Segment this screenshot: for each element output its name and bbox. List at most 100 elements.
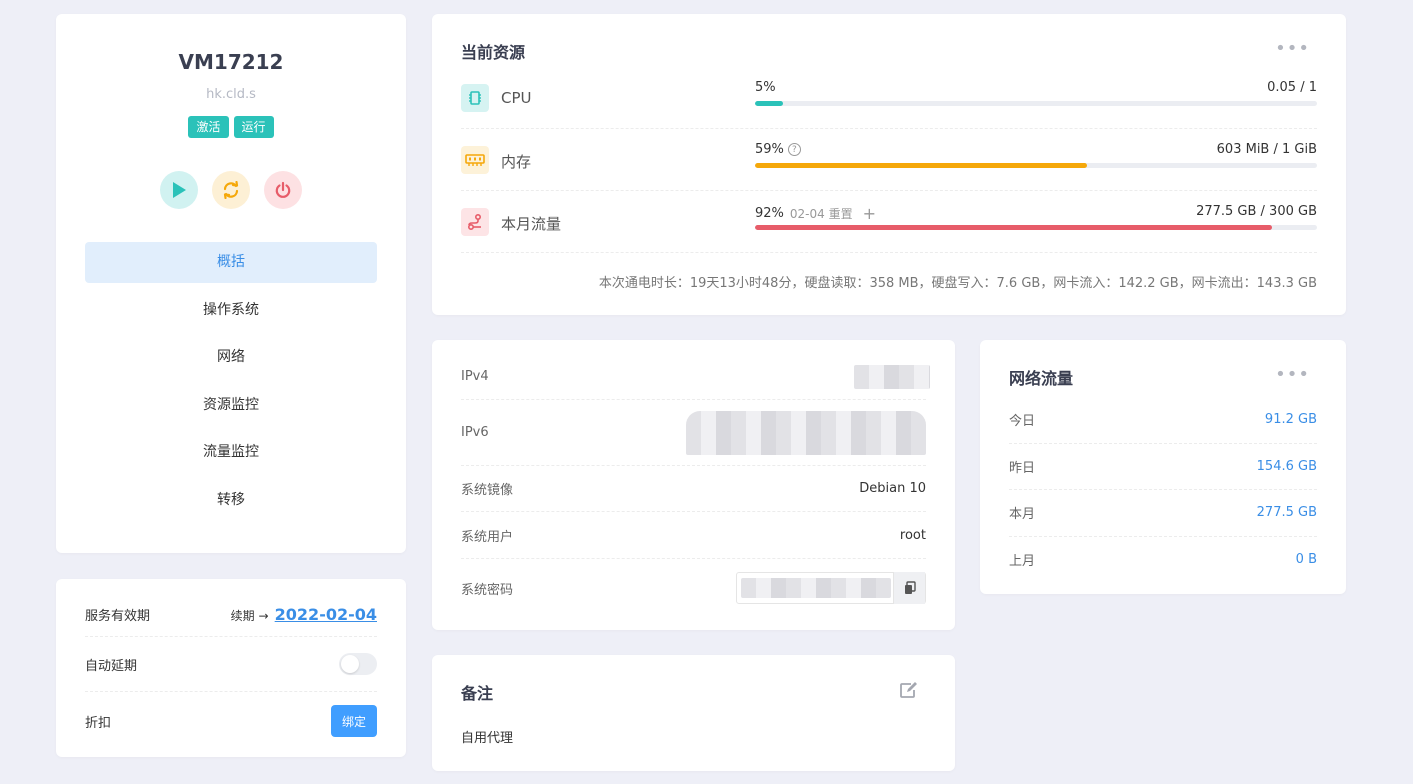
- bind-button[interactable]: 绑定: [331, 705, 377, 737]
- edit-icon: [900, 682, 917, 698]
- vm-name: VM17212: [178, 50, 284, 74]
- cpu-percent: 5%: [755, 80, 776, 95]
- traffic-today-label: 今日: [1009, 414, 1036, 430]
- auto-renew-toggle[interactable]: [339, 653, 377, 675]
- play-icon: [173, 182, 186, 198]
- menu-item-resource-monitor[interactable]: 资源监控: [85, 385, 377, 426]
- traffic-last-month-value: 0 B: [1295, 552, 1317, 568]
- traffic-row: 本月流量 92% 02-04 重置 + 277.5 GB / 300 GB: [461, 191, 1317, 253]
- ipv6-label: IPv6: [461, 425, 489, 440]
- image-value: Debian 10: [859, 481, 926, 496]
- user-label: 系统用户: [461, 529, 514, 545]
- service-card: 服务有效期 续期 → 2022-02-04 自动延期 折扣 绑定: [56, 579, 406, 757]
- menu-item-network[interactable]: 网络: [85, 337, 377, 378]
- restart-button[interactable]: [212, 171, 250, 209]
- power-controls: [56, 171, 406, 209]
- start-button[interactable]: [160, 171, 198, 209]
- traffic-value: 277.5 GB / 300 GB: [1196, 204, 1317, 219]
- traffic-yesterday-value: 154.6 GB: [1256, 458, 1317, 474]
- memory-bar-fill: [755, 163, 1087, 168]
- image-label: 系统镜像: [461, 483, 514, 498]
- traffic-bar-fill: [755, 225, 1273, 230]
- menu-item-transfer[interactable]: 转移: [85, 480, 377, 521]
- memory-icon: [461, 146, 489, 174]
- expiry-row: 服务有效期 续期 → 2022-02-04: [85, 593, 377, 637]
- note-card: 备注 自用代理: [432, 655, 955, 771]
- image-row: 系统镜像 Debian 10: [461, 466, 926, 512]
- traffic-reset-note: 02-04 重置: [789, 207, 853, 221]
- vm-menu: 概括 操作系统 网络 资源监控 流量监控 转移: [85, 242, 377, 527]
- note-title: 备注: [461, 684, 494, 703]
- password-label: 系统密码: [461, 582, 514, 598]
- cpu-value: 0.05 / 1: [1267, 80, 1317, 95]
- password-value: [741, 578, 891, 598]
- cpu-row: CPU 5% 0.05 / 1: [461, 67, 1317, 129]
- menu-item-os[interactable]: 操作系统: [85, 290, 377, 331]
- vm-info-card: IPv4 IPv6 系统镜像 Debian 10 系统用户 root 系统密码: [432, 340, 955, 630]
- status-badge-running: 运行: [233, 116, 274, 138]
- memory-value: 603 MiB / 1 GiB: [1216, 142, 1317, 157]
- discount-label: 折扣: [85, 715, 112, 731]
- user-row: 系统用户 root: [461, 512, 926, 559]
- cpu-icon: [461, 84, 489, 112]
- ipv4-row: IPv4: [461, 354, 930, 400]
- note-text: 自用代理: [461, 731, 514, 746]
- stop-button[interactable]: [264, 171, 302, 209]
- traffic-row-yesterday: 昨日 154.6 GB: [1009, 444, 1317, 490]
- renew-date-link[interactable]: 2022-02-04: [275, 605, 377, 624]
- expiry-label: 服务有效期: [85, 609, 151, 624]
- traffic-row-today: 今日 91.2 GB: [1009, 397, 1317, 444]
- user-value: root: [899, 527, 926, 543]
- traffic-card-title: 网络流量: [1009, 369, 1074, 388]
- discount-row: 折扣 绑定: [85, 692, 377, 750]
- traffic-percent-text: 92%: [755, 206, 784, 221]
- traffic-label: 本月流量: [501, 215, 562, 233]
- add-traffic-icon[interactable]: +: [863, 204, 876, 223]
- status-badge-activated: 激活: [188, 116, 229, 138]
- ipv4-value: [854, 364, 930, 389]
- memory-label: 内存: [501, 153, 532, 171]
- traffic-month-value: 277.5 GB: [1256, 505, 1317, 521]
- auto-renew-label: 自动延期: [85, 658, 138, 674]
- traffic-today-value: 91.2 GB: [1264, 412, 1317, 428]
- traffic-row-month: 本月 277.5 GB: [1009, 490, 1317, 537]
- network-traffic-card: 网络流量 ••• 今日 91.2 GB 昨日 154.6 GB 本月 277.5…: [980, 340, 1346, 594]
- traffic-icon: [461, 208, 489, 236]
- memory-percent: 59% ?: [755, 142, 801, 157]
- auto-renew-row: 自动延期: [85, 637, 377, 692]
- resources-title: 当前资源: [461, 43, 526, 62]
- help-icon[interactable]: ?: [787, 143, 801, 156]
- ipv6-value: [686, 410, 926, 455]
- cpu-label: CPU: [501, 89, 532, 107]
- menu-item-traffic-monitor[interactable]: 流量监控: [85, 432, 377, 473]
- copy-password-button[interactable]: [893, 572, 925, 604]
- memory-bar: [755, 163, 1317, 168]
- uptime-summary: 本次通电时长：19天13小时48分，硬盘读取：358 MB，硬盘写入：7.6 G…: [598, 276, 1317, 291]
- traffic-month-label: 本月: [1009, 507, 1036, 523]
- more-options-icon[interactable]: •••: [1275, 366, 1310, 384]
- traffic-last-month-label: 上月: [1009, 554, 1036, 570]
- copy-icon: [904, 581, 916, 594]
- renew-label: 续期 →: [230, 609, 269, 623]
- status-badges: 激活 运行: [56, 116, 406, 138]
- menu-item-overview[interactable]: 概括: [85, 242, 377, 283]
- restart-icon: [223, 181, 239, 199]
- ipv6-row: IPv6: [461, 400, 926, 466]
- password-row: 系统密码: [461, 559, 926, 617]
- traffic-yesterday-label: 昨日: [1009, 460, 1036, 476]
- more-options-icon[interactable]: •••: [1275, 40, 1310, 58]
- traffic-row-last-month: 上月 0 B: [1009, 537, 1317, 584]
- password-field[interactable]: [736, 572, 926, 604]
- cpu-bar-fill: [755, 101, 784, 106]
- cpu-percent-text: 5%: [755, 80, 776, 95]
- memory-row: 内存 59% ? 603 MiB / 1 GiB: [461, 129, 1317, 191]
- power-icon: [275, 181, 291, 198]
- traffic-percent: 92% 02-04 重置 +: [755, 204, 876, 223]
- traffic-bar: [755, 225, 1317, 230]
- vm-host: hk.cld.s: [206, 87, 256, 102]
- edit-note-button[interactable]: [899, 681, 919, 703]
- current-resources-card: 当前资源 ••• CPU 5% 0.05 / 1 内存 59% ? 603 Mi…: [432, 14, 1346, 315]
- cpu-bar: [755, 101, 1317, 106]
- ipv4-label: IPv4: [461, 369, 489, 384]
- vm-summary-card: VM17212 hk.cld.s 激活 运行 概括 操作系统 网络 资源监控 流…: [56, 14, 406, 553]
